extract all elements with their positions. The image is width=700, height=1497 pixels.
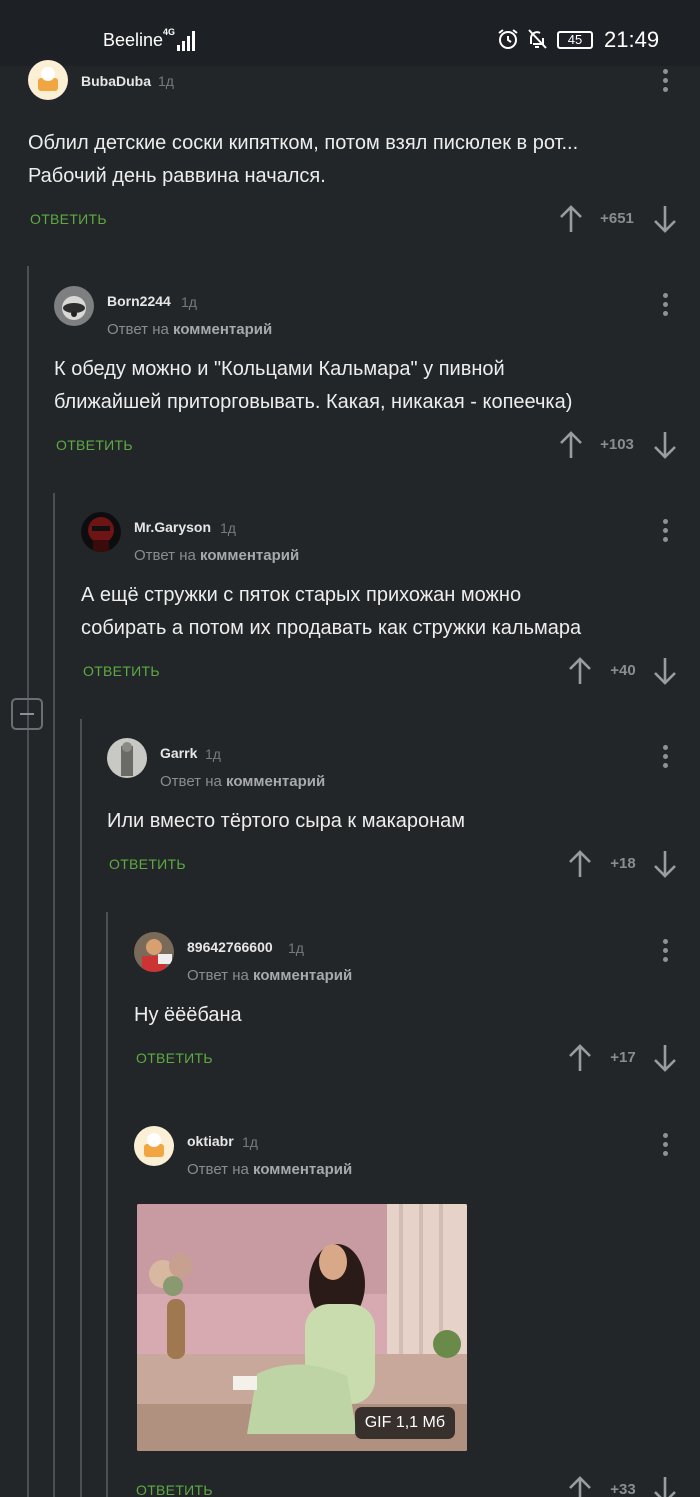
carrier-name: Beeline [103,30,164,50]
comment-rating: +103 [600,436,634,453]
upvote-icon[interactable] [558,430,584,460]
reply-button[interactable]: ОТВЕТИТЬ [56,437,133,453]
reply-to-label: Ответ на комментарий [134,547,300,564]
comment-time: 1д [220,520,236,536]
comment-rating: +651 [600,210,634,227]
comment-author[interactable]: Mr.Garyson [134,519,211,535]
comment-text: А ещё стружки с пяток старых прихожан мо… [81,584,582,639]
comment-text: Ну ёёёбана [134,1004,242,1026]
upvote-icon[interactable] [567,1475,593,1497]
more-options-icon[interactable] [655,516,675,544]
downvote-icon[interactable] [652,1475,678,1497]
upvote-icon[interactable] [558,204,584,234]
reply-to-label: Ответ на комментарий [187,1161,353,1178]
reply-button[interactable]: ОТВЕТИТЬ [109,856,186,872]
gif-size-badge: GIF 1,1 Мб [354,1407,455,1439]
thread-line [53,493,55,1497]
thread-line [27,266,29,1497]
clock: 21:49 [604,27,660,52]
comment-author[interactable]: Garrk [160,745,197,761]
comment-time: 1д [205,746,221,762]
upvote-icon[interactable] [567,849,593,879]
thread-line [80,719,82,1497]
comment-author[interactable]: 89642766600 [187,939,273,955]
reply-to-label: Ответ на комментарий [187,967,353,984]
bell-off-icon [528,29,547,49]
reply-button[interactable]: ОТВЕТИТЬ [83,663,160,679]
more-options-icon[interactable] [655,290,675,318]
comment-time: 1д [288,940,304,956]
comment-text: К обеду можно и "Кольцами Кальмара" у пи… [54,358,573,413]
upvote-icon[interactable] [567,1043,593,1073]
reply-button[interactable]: ОТВЕТИТЬ [136,1050,213,1066]
more-options-icon[interactable] [655,936,675,964]
downvote-icon[interactable] [652,430,678,460]
avatar[interactable] [54,286,94,326]
comment-author[interactable]: BubaDuba [81,73,151,89]
reply-to-label: Ответ на комментарий [160,773,326,790]
avatar[interactable] [81,512,121,552]
alarm-icon [498,29,518,49]
gif-attachment[interactable]: GIF 1,1 Мб [137,1204,467,1451]
comment-author[interactable]: oktiabr [187,1133,234,1149]
comment-time: 1д [158,73,174,89]
downvote-icon[interactable] [652,656,678,686]
comment-rating: +18 [610,855,636,872]
avatar[interactable] [134,932,174,972]
downvote-icon[interactable] [652,204,678,234]
downvote-icon[interactable] [652,849,678,879]
reply-button[interactable]: ОТВЕТИТЬ [30,211,107,227]
more-options-icon[interactable] [655,1130,675,1158]
comment-rating: +33 [610,1481,636,1497]
thread-line [106,912,108,1497]
collapse-thread-button[interactable] [11,698,43,730]
signal-icon: 4G [163,27,199,51]
status-bar: Beeline 4G 45 21:49 [0,0,700,66]
more-options-icon[interactable] [655,66,675,94]
comment-author[interactable]: Born2244 [107,293,171,309]
reply-to-label: Ответ на комментарий [107,321,273,338]
avatar[interactable] [107,738,147,778]
comment-text: Облил детские соски кипятком, потом взял… [28,132,579,187]
avatar[interactable] [134,1126,174,1166]
avatar[interactable] [28,60,68,100]
reply-button[interactable]: ОТВЕТИТЬ [136,1482,213,1497]
comment-time: 1д [242,1134,258,1150]
comment-rating: +40 [610,662,636,679]
comment-text: Или вместо тёртого сыра к макаронам [107,810,466,832]
comment-rating: +17 [610,1049,636,1066]
network-type: 4G [163,27,176,37]
upvote-icon[interactable] [567,656,593,686]
downvote-icon[interactable] [652,1043,678,1073]
more-options-icon[interactable] [655,742,675,770]
comment-time: 1д [181,294,197,310]
battery-icon: 45 [557,31,593,49]
